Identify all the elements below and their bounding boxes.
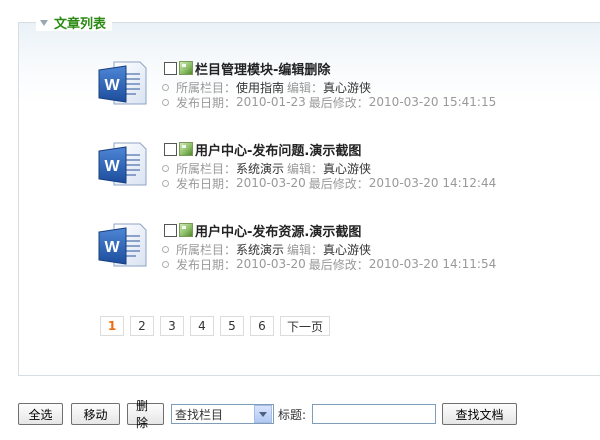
title-label: 标题: bbox=[278, 407, 307, 422]
bullet-icon bbox=[162, 164, 169, 172]
bullet-icon bbox=[162, 98, 169, 106]
article-date-meta: 发布日期： 2010-01-23 最后修改： 2010-03-20 15:41:… bbox=[162, 94, 496, 110]
date-value: 2010-03-20 bbox=[236, 257, 306, 271]
title-search-input[interactable] bbox=[312, 404, 437, 424]
bullet-icon bbox=[162, 260, 169, 268]
delete-button[interactable]: 删除 bbox=[127, 399, 164, 430]
article-date-meta: 发布日期： 2010-03-20 最后修改： 2010-03-20 14:12:… bbox=[162, 175, 496, 191]
word-document-icon: W bbox=[98, 223, 147, 267]
modified-value: 2010-03-20 15:41:15 bbox=[368, 95, 497, 109]
article-checkbox[interactable] bbox=[164, 61, 177, 75]
page-link-5[interactable]: 5 bbox=[220, 316, 244, 336]
date-label: 发布日期： bbox=[176, 95, 237, 110]
modified-label: 最后修改： bbox=[308, 176, 369, 191]
move-button[interactable]: 移动 bbox=[71, 403, 120, 425]
bottom-toolbar: 全选 移动 删除 查找栏目 标题: 查找文档 bbox=[18, 399, 518, 430]
article-title-link[interactable]: 用户中心-发布资源.演示截图 bbox=[195, 221, 361, 240]
column-value: 系统演示 bbox=[236, 161, 285, 176]
article-item: W 栏目管理模块-编辑删除 所属栏目： 使用指南 编辑： 真心游侠 发布日期： … bbox=[96, 60, 516, 116]
modified-label: 最后修改： bbox=[308, 95, 369, 110]
collapse-triangle-icon[interactable] bbox=[40, 19, 48, 26]
modified-value: 2010-03-20 14:12:44 bbox=[368, 176, 497, 190]
image-thumbnail-icon bbox=[179, 61, 193, 75]
modified-label: 最后修改： bbox=[308, 257, 369, 272]
date-value: 2010-03-20 bbox=[236, 176, 306, 190]
article-item: W 用户中心-发布资源.演示截图 所属栏目： 系统演示 编辑： 真心游侠 发布日… bbox=[96, 222, 516, 278]
article-list-legend: 文章列表 bbox=[36, 13, 113, 32]
date-label: 发布日期： bbox=[176, 257, 237, 272]
word-document-icon: W bbox=[98, 142, 147, 186]
word-document-icon: W bbox=[98, 61, 147, 105]
article-checkbox[interactable] bbox=[164, 142, 177, 156]
article-date-meta: 发布日期： 2010-03-20 最后修改： 2010-03-20 14:11:… bbox=[162, 256, 496, 272]
svg-text:W: W bbox=[104, 158, 120, 175]
image-thumbnail-icon bbox=[179, 142, 193, 156]
page-link-4[interactable]: 4 bbox=[190, 316, 214, 336]
page-link-3[interactable]: 3 bbox=[160, 316, 184, 336]
modified-value: 2010-03-20 14:11:54 bbox=[368, 257, 497, 271]
next-page-link[interactable]: 下一页 bbox=[280, 316, 331, 336]
article-title-link[interactable]: 栏目管理模块-编辑删除 bbox=[195, 59, 330, 78]
page-link-1[interactable]: 1 bbox=[100, 316, 124, 336]
page-link-2[interactable]: 2 bbox=[130, 316, 154, 336]
date-value: 2010-01-23 bbox=[236, 95, 306, 109]
section-title: 文章列表 bbox=[54, 16, 107, 32]
svg-text:W: W bbox=[104, 239, 120, 256]
pagination: 1 2 3 4 5 6 下一页 bbox=[100, 316, 331, 336]
bullet-icon bbox=[162, 83, 169, 91]
column-value: 系统演示 bbox=[236, 242, 285, 257]
article-item: W 用户中心-发布问题.演示截图 所属栏目： 系统演示 编辑： 真心游侠 发布日… bbox=[96, 141, 516, 197]
article-checkbox[interactable] bbox=[164, 223, 177, 237]
page-link-6[interactable]: 6 bbox=[250, 316, 274, 336]
date-label: 发布日期： bbox=[176, 176, 237, 191]
article-title-link[interactable]: 用户中心-发布问题.演示截图 bbox=[195, 140, 361, 159]
svg-text:W: W bbox=[104, 77, 120, 94]
column-select[interactable]: 查找栏目 bbox=[171, 404, 274, 424]
search-document-button[interactable]: 查找文档 bbox=[442, 403, 518, 425]
column-select-value: 查找栏目 bbox=[175, 407, 224, 422]
bullet-icon bbox=[162, 179, 169, 187]
image-thumbnail-icon bbox=[179, 223, 193, 237]
select-all-button[interactable]: 全选 bbox=[18, 403, 63, 425]
bullet-icon bbox=[162, 245, 169, 253]
column-value: 使用指南 bbox=[236, 80, 285, 95]
chevron-down-icon[interactable] bbox=[254, 405, 272, 423]
